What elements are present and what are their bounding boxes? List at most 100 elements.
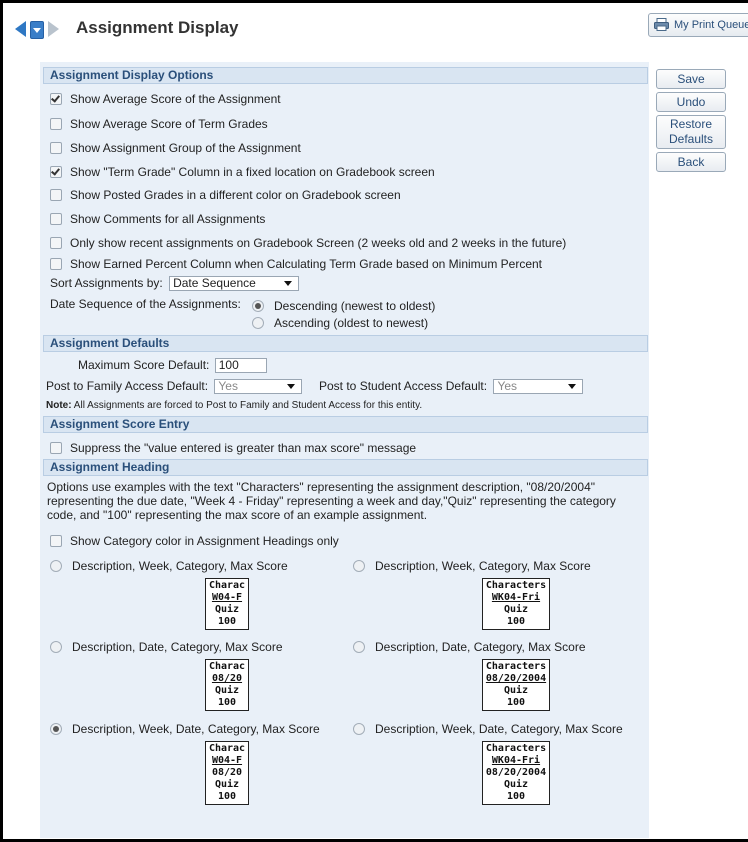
option-label: Show "Term Grade" Column in a fixed loca…: [70, 165, 435, 179]
back-arrow-icon[interactable]: [15, 21, 26, 37]
radio-ascending[interactable]: Ascending (oldest to newest): [252, 316, 428, 330]
heading-format-radio[interactable]: [353, 641, 365, 653]
heading-format-option[interactable]: Description, Week, Category, Max Score: [353, 559, 591, 573]
heading-preview-line: Characters: [485, 580, 547, 591]
section-header-defaults: Assignment Defaults: [43, 335, 648, 352]
radio-descending[interactable]: Descending (newest to oldest): [252, 299, 435, 313]
page-title: Assignment Display: [76, 18, 239, 37]
option-checkbox[interactable]: [50, 142, 62, 154]
category-color-row[interactable]: Show Category color in Assignment Headin…: [50, 534, 339, 548]
heading-format-option[interactable]: Description, Week, Date, Category, Max S…: [353, 722, 623, 736]
category-color-checkbox[interactable]: [50, 535, 62, 547]
option-label: Show Average Score of Term Grades: [70, 117, 268, 131]
save-button[interactable]: Save: [656, 69, 726, 89]
heading-preview-line: Quiz: [503, 779, 529, 790]
sort-label: Sort Assignments by:: [50, 276, 163, 290]
heading-format-radio[interactable]: [50, 641, 62, 653]
printer-icon: [654, 18, 669, 31]
option-row[interactable]: Only show recent assignments on Gradeboo…: [50, 236, 566, 250]
radio-descending-button[interactable]: [252, 300, 264, 312]
chevron-down-icon: [287, 384, 296, 390]
option-row[interactable]: Show "Term Grade" Column in a fixed loca…: [50, 165, 435, 179]
option-checkbox[interactable]: [50, 118, 62, 130]
back-button[interactable]: Back: [656, 152, 726, 172]
suppress-checkbox[interactable]: [50, 442, 62, 454]
chevron-down-icon: [568, 384, 577, 390]
student-access-select[interactable]: Yes: [493, 379, 584, 395]
heading-preview: Charac 08/20 Quiz 100: [205, 659, 249, 711]
heading-format-radio[interactable]: [353, 723, 365, 735]
heading-format-radio[interactable]: [50, 723, 62, 735]
heading-format-label: Description, Date, Category, Max Score: [72, 640, 283, 654]
suppress-row[interactable]: Suppress the "value entered is greater t…: [50, 441, 416, 455]
section-header-score-entry: Assignment Score Entry: [43, 416, 648, 433]
option-label: Show Assignment Group of the Assignment: [70, 141, 301, 155]
family-access-select[interactable]: Yes: [214, 379, 303, 395]
option-checkbox[interactable]: [50, 166, 62, 178]
heading-preview-line: 100: [217, 791, 237, 802]
heading-preview-line: W04-F: [211, 755, 243, 766]
heading-preview-line: WK04-Fri: [491, 592, 541, 603]
heading-preview-line: Charac: [208, 743, 246, 754]
heading-format-label: Description, Date, Category, Max Score: [375, 640, 586, 654]
heading-preview: Charac W04-F Quiz 100: [205, 578, 249, 630]
print-queue-button[interactable]: My Print Queue: [648, 13, 748, 37]
option-row[interactable]: Show Posted Grades in a different color …: [50, 188, 401, 202]
sort-select-value: Date Sequence: [173, 276, 256, 291]
heading-preview-line: Quiz: [214, 779, 240, 790]
option-checkbox[interactable]: [50, 258, 62, 270]
student-access-row: Post to Student Access Default: Yes: [319, 379, 584, 395]
restore-defaults-button[interactable]: Restore Defaults: [656, 115, 726, 149]
option-label: Show Average Score of the Assignment: [70, 92, 281, 106]
heading-preview-line: 100: [506, 697, 526, 708]
menu-dropdown-icon[interactable]: [30, 21, 44, 39]
heading-preview-line: 08/20/2004: [485, 767, 547, 778]
suppress-label: Suppress the "value entered is greater t…: [70, 441, 417, 455]
heading-preview-line: 08/20: [211, 767, 243, 778]
heading-preview-line: 100: [506, 616, 526, 627]
heading-preview-line: Characters: [485, 661, 547, 672]
option-label: Only show recent assignments on Gradeboo…: [70, 236, 567, 250]
option-row[interactable]: Show Average Score of Term Grades: [50, 117, 268, 131]
option-row[interactable]: Show Comments for all Assignments: [50, 212, 265, 226]
heading-preview: Characters WK04-Fri Quiz 100: [482, 578, 550, 630]
undo-button[interactable]: Undo: [656, 92, 726, 112]
max-score-input[interactable]: 100: [214, 358, 267, 374]
max-score-label: Maximum Score Default:: [78, 358, 210, 372]
heading-format-radio[interactable]: [50, 560, 62, 572]
forward-arrow-icon[interactable]: [48, 21, 59, 37]
heading-preview-line: Characters: [485, 743, 547, 754]
heading-preview-line: 100: [217, 697, 237, 708]
option-row[interactable]: Show Assignment Group of the Assignment: [50, 141, 301, 155]
option-label: Show Comments for all Assignments: [70, 212, 266, 226]
heading-preview-line: 08/20/2004: [485, 673, 547, 684]
heading-format-option[interactable]: Description, Date, Category, Max Score: [353, 640, 586, 654]
header-bar: Assignment Display: [3, 3, 748, 53]
heading-preview-line: 100: [506, 791, 526, 802]
sort-select[interactable]: Date Sequence: [169, 276, 300, 292]
heading-format-option[interactable]: Description, Date, Category, Max Score: [50, 640, 283, 654]
student-access-value: Yes: [497, 379, 518, 394]
family-access-row: Post to Family Access Default: Yes: [46, 379, 303, 395]
heading-format-option[interactable]: Description, Week, Category, Max Score: [50, 559, 288, 573]
radio-descending-label: Descending (newest to oldest): [274, 299, 436, 313]
heading-format-option[interactable]: Description, Week, Date, Category, Max S…: [50, 722, 320, 736]
option-checkbox[interactable]: [50, 93, 62, 105]
defaults-note: Note: All Assignments are forced to Post…: [46, 400, 422, 411]
note-text: All Assignments are forced to Post to Fa…: [73, 400, 423, 411]
option-row[interactable]: Show Earned Percent Column when Calculat…: [50, 257, 542, 271]
option-row[interactable]: Show Average Score of the Assignment: [50, 92, 281, 106]
print-queue-label: My Print Queue: [674, 19, 748, 31]
heading-preview-line: Quiz: [503, 685, 529, 696]
heading-preview-line: 08/20: [211, 673, 243, 684]
heading-preview-line: Quiz: [503, 604, 529, 615]
radio-ascending-label: Ascending (oldest to newest): [274, 316, 429, 330]
radio-ascending-button[interactable]: [252, 317, 264, 329]
heading-description: Options use examples with the text "Char…: [47, 480, 616, 522]
option-checkbox[interactable]: [50, 189, 62, 201]
option-checkbox[interactable]: [50, 213, 62, 225]
option-checkbox[interactable]: [50, 237, 62, 249]
heading-format-radio[interactable]: [353, 560, 365, 572]
heading-preview-line: Charac: [208, 580, 246, 591]
sort-row: Sort Assignments by: Date Sequence: [50, 276, 300, 292]
